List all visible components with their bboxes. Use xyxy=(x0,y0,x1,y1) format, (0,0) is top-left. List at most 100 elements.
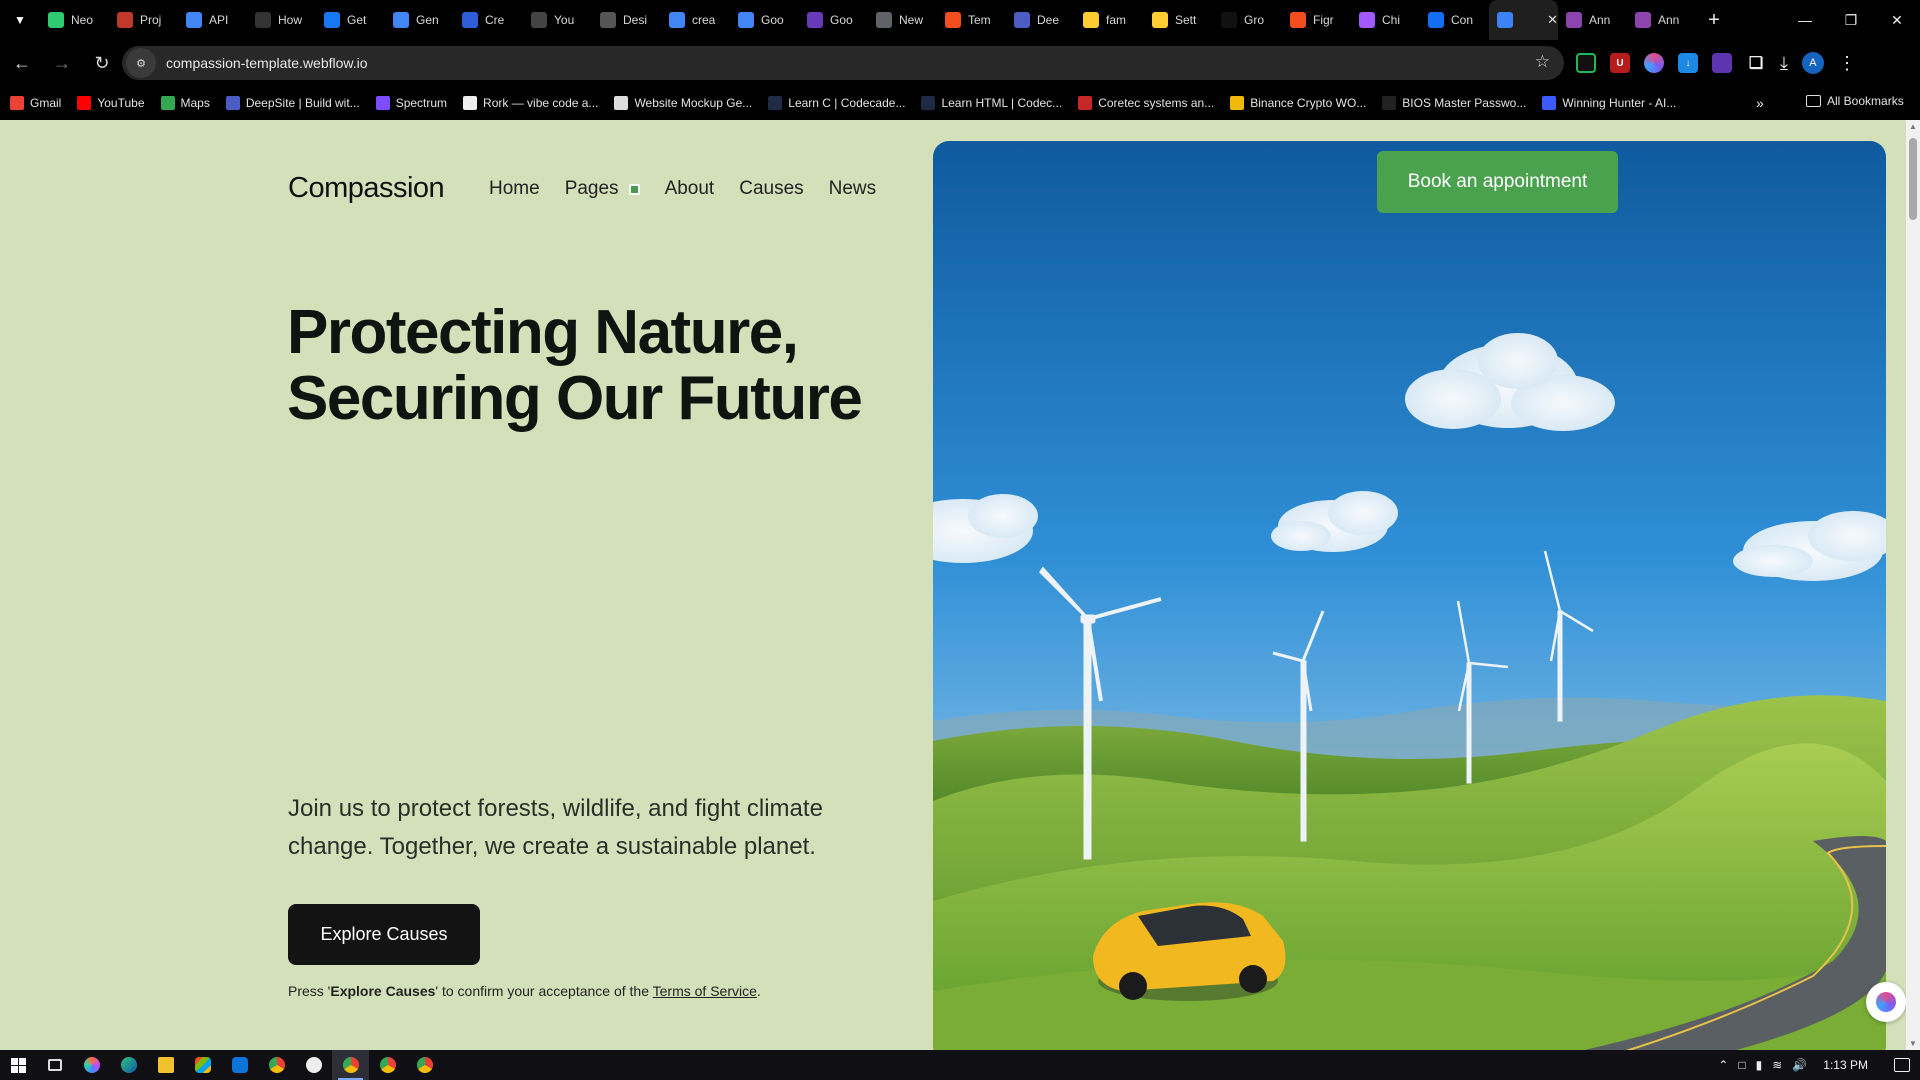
nav-about[interactable]: About xyxy=(665,178,715,200)
extensions-puzzle-icon[interactable]: ❏ xyxy=(1746,53,1766,73)
scroll-up-icon[interactable]: ▲ xyxy=(1909,122,1917,131)
downloader-extension-icon[interactable]: ↓ xyxy=(1678,53,1698,73)
bookmark-item[interactable]: Gmail xyxy=(10,96,61,110)
bookmark-favicon-icon xyxy=(463,96,478,110)
scroll-thumb[interactable] xyxy=(1909,138,1917,220)
address-bar[interactable]: ⚙ compassion-template.webflow.io ☆ xyxy=(122,46,1564,80)
notifications-icon[interactable] xyxy=(1894,1058,1910,1072)
copilot-icon[interactable] xyxy=(73,1050,110,1080)
browser-tab[interactable]: ✕ xyxy=(1489,0,1558,40)
bookmark-item[interactable]: DeepSite | Build wit... xyxy=(225,96,360,110)
browser-tab[interactable]: Goo xyxy=(799,0,868,40)
browser-tab[interactable]: Cre xyxy=(454,0,523,40)
back-arrow-icon[interactable]: ← xyxy=(4,45,40,81)
browser-tab[interactable]: Gro xyxy=(1213,0,1282,40)
clock[interactable]: 1:13 PM xyxy=(1823,1058,1868,1072)
browser-tab[interactable]: Tem xyxy=(937,0,1006,40)
bookmark-item[interactable]: BIOS Master Passwo... xyxy=(1382,96,1526,110)
tab-title: Goo xyxy=(761,13,784,27)
screenshot-extension-icon[interactable] xyxy=(1712,53,1732,73)
browser-tab[interactable]: API xyxy=(178,0,247,40)
reload-icon[interactable]: ↻ xyxy=(84,45,120,81)
volume-icon[interactable]: 🔊 xyxy=(1792,1058,1807,1072)
browser-tab[interactable]: Gen xyxy=(385,0,454,40)
book-appointment-button[interactable]: Book an appointment xyxy=(1377,151,1618,213)
browser-tab[interactable]: Proj xyxy=(109,0,178,40)
wifi-icon[interactable]: ≋ xyxy=(1772,1058,1782,1072)
page-scrollbar[interactable]: ▲ ▼ xyxy=(1906,120,1920,1050)
all-bookmarks-button[interactable]: All Bookmarks xyxy=(1806,94,1904,108)
edge-icon[interactable] xyxy=(110,1050,147,1080)
profile-avatar[interactable]: A xyxy=(1801,52,1824,74)
task-view-icon[interactable] xyxy=(36,1050,73,1080)
browser-tab[interactable]: New xyxy=(868,0,937,40)
site-info-icon[interactable]: ⚙ xyxy=(126,48,156,78)
browser-tab[interactable]: Desi xyxy=(592,0,661,40)
close-tab-icon[interactable]: ✕ xyxy=(1547,12,1558,28)
bookmark-item[interactable]: Rork — vibe code a... xyxy=(463,96,598,110)
url-text[interactable]: compassion-template.webflow.io xyxy=(166,55,368,71)
scroll-down-icon[interactable]: ▼ xyxy=(1909,1039,1917,1048)
browser-tab[interactable]: Con xyxy=(1420,0,1489,40)
browser-tab[interactable]: crea xyxy=(661,0,730,40)
design-icon xyxy=(600,12,616,28)
nav-news[interactable]: News xyxy=(829,178,877,200)
browser-tab[interactable]: Dee xyxy=(1006,0,1075,40)
bookmarks-overflow-icon[interactable]: » xyxy=(1756,95,1764,111)
browser-tab[interactable]: Ann xyxy=(1627,0,1696,40)
browser-tab[interactable]: Sett xyxy=(1144,0,1213,40)
browser-tab[interactable]: How xyxy=(247,0,316,40)
ublock-icon[interactable]: U xyxy=(1610,53,1630,73)
bookmark-item[interactable]: Learn C | Codecade... xyxy=(768,96,905,110)
brand-logo[interactable]: Compassion xyxy=(288,172,445,205)
browser-tab[interactable]: Goo xyxy=(730,0,799,40)
app-circle-icon[interactable] xyxy=(295,1050,332,1080)
browser-tab[interactable]: Neo xyxy=(40,0,109,40)
explore-causes-button[interactable]: Explore Causes xyxy=(288,904,480,965)
browser-tab[interactable]: Get xyxy=(316,0,385,40)
bookmark-item[interactable]: Winning Hunter - AI... xyxy=(1542,96,1676,110)
browser-tab[interactable]: Chi xyxy=(1351,0,1420,40)
restore-icon[interactable]: ❐ xyxy=(1828,0,1874,40)
file-explorer-icon[interactable] xyxy=(147,1050,184,1080)
floating-assistant-icon[interactable] xyxy=(1866,982,1906,1022)
new-tab-button[interactable]: + xyxy=(1696,0,1732,40)
close-window-icon[interactable]: ✕ xyxy=(1874,0,1920,40)
tab-search-chevron-icon[interactable]: ▼ xyxy=(0,0,40,40)
extension-green-icon[interactable] xyxy=(1576,53,1596,73)
nav-home[interactable]: Home xyxy=(489,178,540,200)
bookmark-item[interactable]: Binance Crypto WO... xyxy=(1230,96,1366,110)
browser-tab[interactable]: You xyxy=(523,0,592,40)
bookmark-item[interactable]: Spectrum xyxy=(375,96,448,110)
menu-kebab-icon[interactable]: ⋮ xyxy=(1838,53,1856,74)
bookmark-item[interactable]: Maps xyxy=(160,96,210,110)
battery-icon[interactable]: ▮ xyxy=(1756,1058,1763,1072)
bookmark-item[interactable]: YouTube xyxy=(77,96,145,110)
bookmark-item[interactable]: Website Mockup Ge... xyxy=(614,96,752,110)
bookmark-item[interactable]: Learn HTML | Codec... xyxy=(921,96,1062,110)
bookmark-label: Spectrum xyxy=(395,96,448,110)
ai-extension-icon[interactable] xyxy=(1644,53,1664,73)
browser-tab[interactable]: Ann xyxy=(1558,0,1627,40)
tab-title: Proj xyxy=(140,13,162,27)
store-icon[interactable] xyxy=(184,1050,221,1080)
chrome-active-icon[interactable] xyxy=(332,1050,369,1080)
chrome-profile-2-icon[interactable] xyxy=(369,1050,406,1080)
browser-tab[interactable]: fam xyxy=(1075,0,1144,40)
figma-icon xyxy=(1359,12,1375,28)
tray-overflow-icon[interactable]: ⌃ xyxy=(1718,1058,1728,1072)
chrome-profile-3-icon[interactable] xyxy=(406,1050,443,1080)
browser-tab[interactable]: Figr xyxy=(1282,0,1351,40)
bookmark-item[interactable]: Coretec systems an... xyxy=(1078,96,1214,110)
minimize-icon[interactable]: — xyxy=(1782,0,1828,40)
chrome-icon[interactable] xyxy=(258,1050,295,1080)
meet-icon[interactable]: □ xyxy=(1738,1058,1745,1072)
terms-of-service-link[interactable]: Terms of Service xyxy=(653,983,757,999)
bookmark-star-icon[interactable]: ☆ xyxy=(1535,52,1550,72)
mail-icon[interactable] xyxy=(221,1050,258,1080)
download-icon[interactable]: ⤓ xyxy=(1780,53,1788,74)
nav-pages[interactable]: Pages xyxy=(565,178,640,200)
start-button[interactable] xyxy=(0,1050,36,1080)
nav-causes[interactable]: Causes xyxy=(739,178,803,200)
forward-arrow-icon[interactable]: → xyxy=(44,45,80,81)
